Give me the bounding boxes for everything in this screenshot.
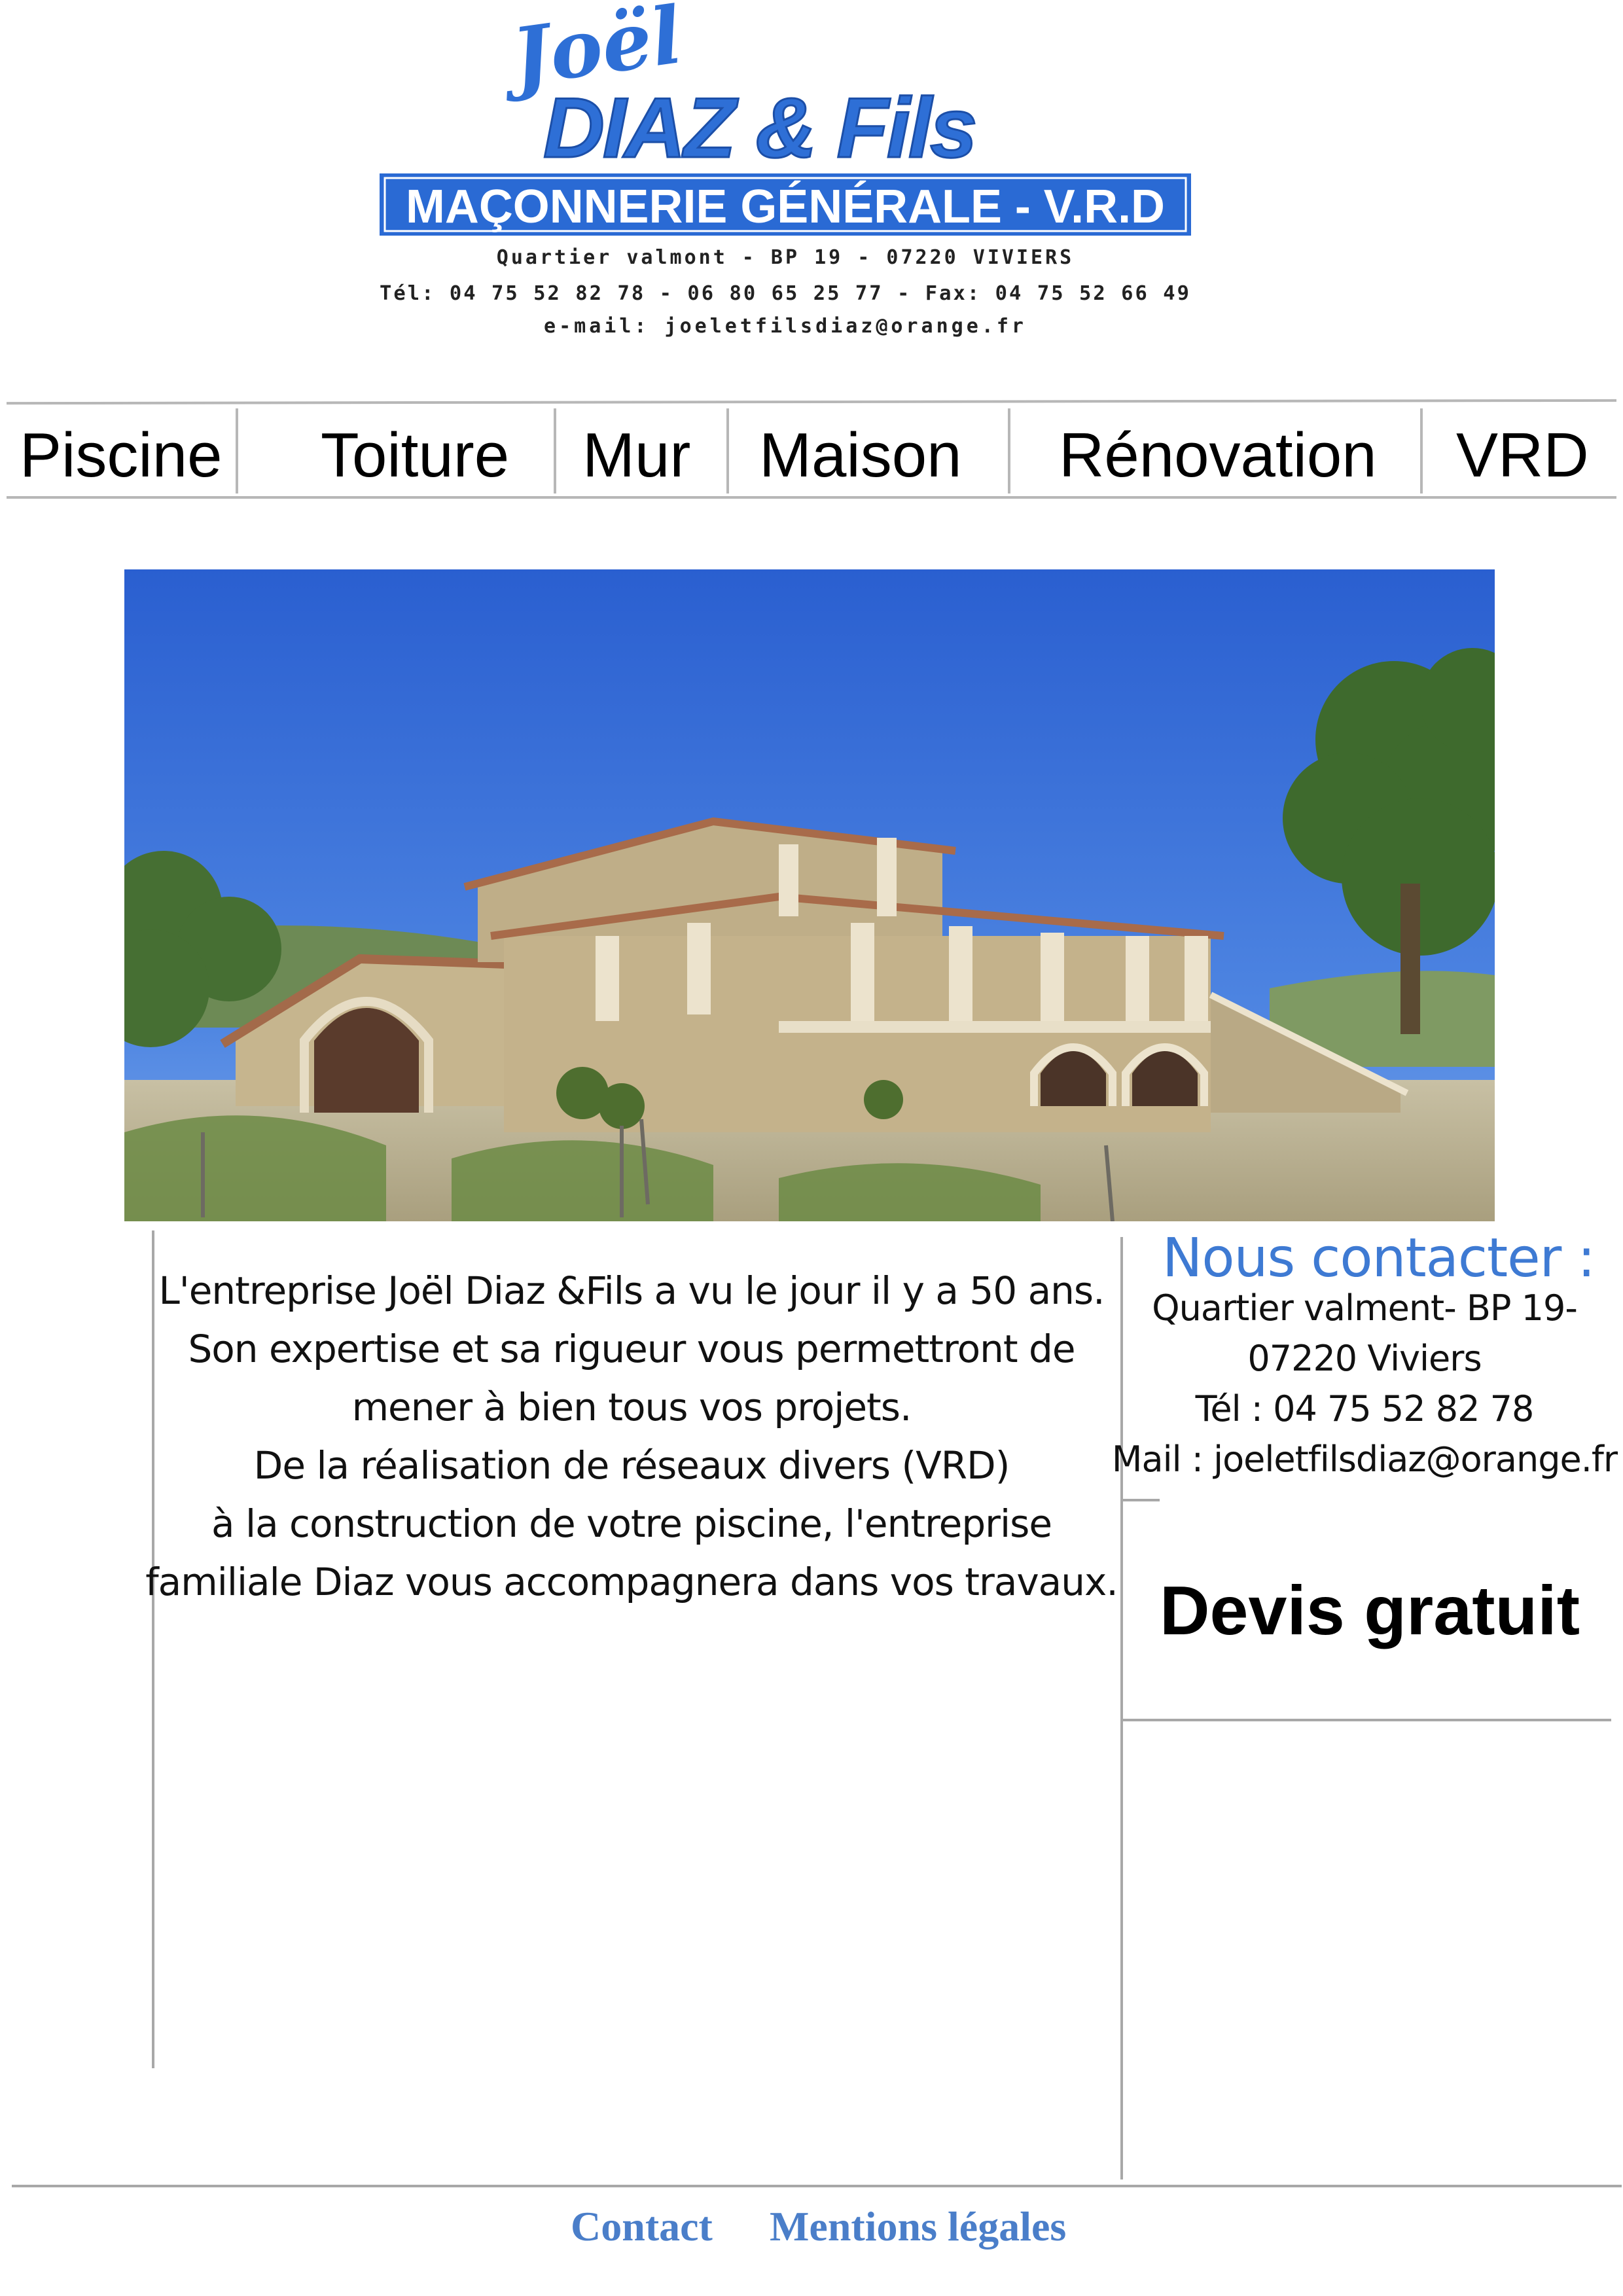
logo-email: e-mail: joeletfilsdiaz@orange.fr xyxy=(544,315,1027,338)
nav-divider xyxy=(1008,408,1010,493)
footer-legal-link[interactable]: Mentions légales xyxy=(770,2206,1066,2248)
nav-item-maison[interactable]: Maison xyxy=(759,424,961,487)
contact-address: Quartier valment- BP 19- xyxy=(1152,1287,1578,1329)
intro-line: à la construction de votre piscine, l'en… xyxy=(211,1501,1052,1546)
intro-line: mener à bien tous vos projets. xyxy=(351,1385,912,1429)
company-logo: Joël DIAZ & Fils MAÇONNERIE GÉNÉRALE - V… xyxy=(353,0,1217,353)
nav-bottom-border xyxy=(7,496,1616,499)
intro-line: De la réalisation de réseaux divers (VRD… xyxy=(253,1443,1010,1488)
footer-border xyxy=(12,2185,1622,2187)
free-quote-heading: Devis gratuit xyxy=(1160,1572,1580,1649)
logo-tagline: MAÇONNERIE GÉNÉRALE - V.R.D xyxy=(406,181,1165,233)
intro-line: familiale Diaz vous accompagnera dans vo… xyxy=(145,1560,1118,1604)
contact-phone: Tél : 04 75 52 82 78 xyxy=(1195,1388,1535,1429)
nav-item-renovation[interactable]: Rénovation xyxy=(1059,424,1377,487)
nav-divider xyxy=(726,408,729,493)
devis-divider xyxy=(1120,1719,1611,1721)
logo-address: Quartier valmont - BP 19 - 07220 VIVIERS xyxy=(497,246,1074,269)
nav-divider xyxy=(1420,408,1423,493)
contact-city: 07220 Viviers xyxy=(1247,1338,1482,1379)
logo-brand-name: DIAZ & Fils xyxy=(543,80,975,175)
main-navigation: Piscine Toiture Mur Maison Rénovation VR… xyxy=(6,399,1617,500)
nav-item-mur[interactable]: Mur xyxy=(582,424,690,487)
footer-contact-link[interactable]: Contact xyxy=(571,2206,713,2248)
hero-house-photo xyxy=(124,569,1495,1221)
contact-details: Quartier valment- BP 19- 07220 Viviers T… xyxy=(1106,1283,1623,1484)
footer: Contact Mentions légales xyxy=(0,2206,1623,2258)
contact-heading: Nous contacter : xyxy=(1162,1227,1596,1289)
nav-item-vrd[interactable]: VRD xyxy=(1456,424,1589,487)
logo-phones: Tél: 04 75 52 82 78 - 06 80 65 25 77 - F… xyxy=(380,282,1191,305)
intro-line: L'entreprise Joël Diaz &Fils a vu le jou… xyxy=(158,1268,1105,1313)
nav-item-toiture[interactable]: Toiture xyxy=(321,424,509,487)
nav-divider xyxy=(236,408,238,493)
company-intro: L'entreprise Joël Diaz &Fils a vu le jou… xyxy=(131,1262,1132,1611)
nav-item-piscine[interactable]: Piscine xyxy=(20,424,222,487)
contact-email[interactable]: Mail : joeletfilsdiaz@orange.fr xyxy=(1106,1434,1623,1484)
intro-line: Son expertise et sa rigueur vous permett… xyxy=(188,1327,1075,1371)
nav-divider xyxy=(554,408,556,493)
nav-top-border xyxy=(6,399,1617,405)
